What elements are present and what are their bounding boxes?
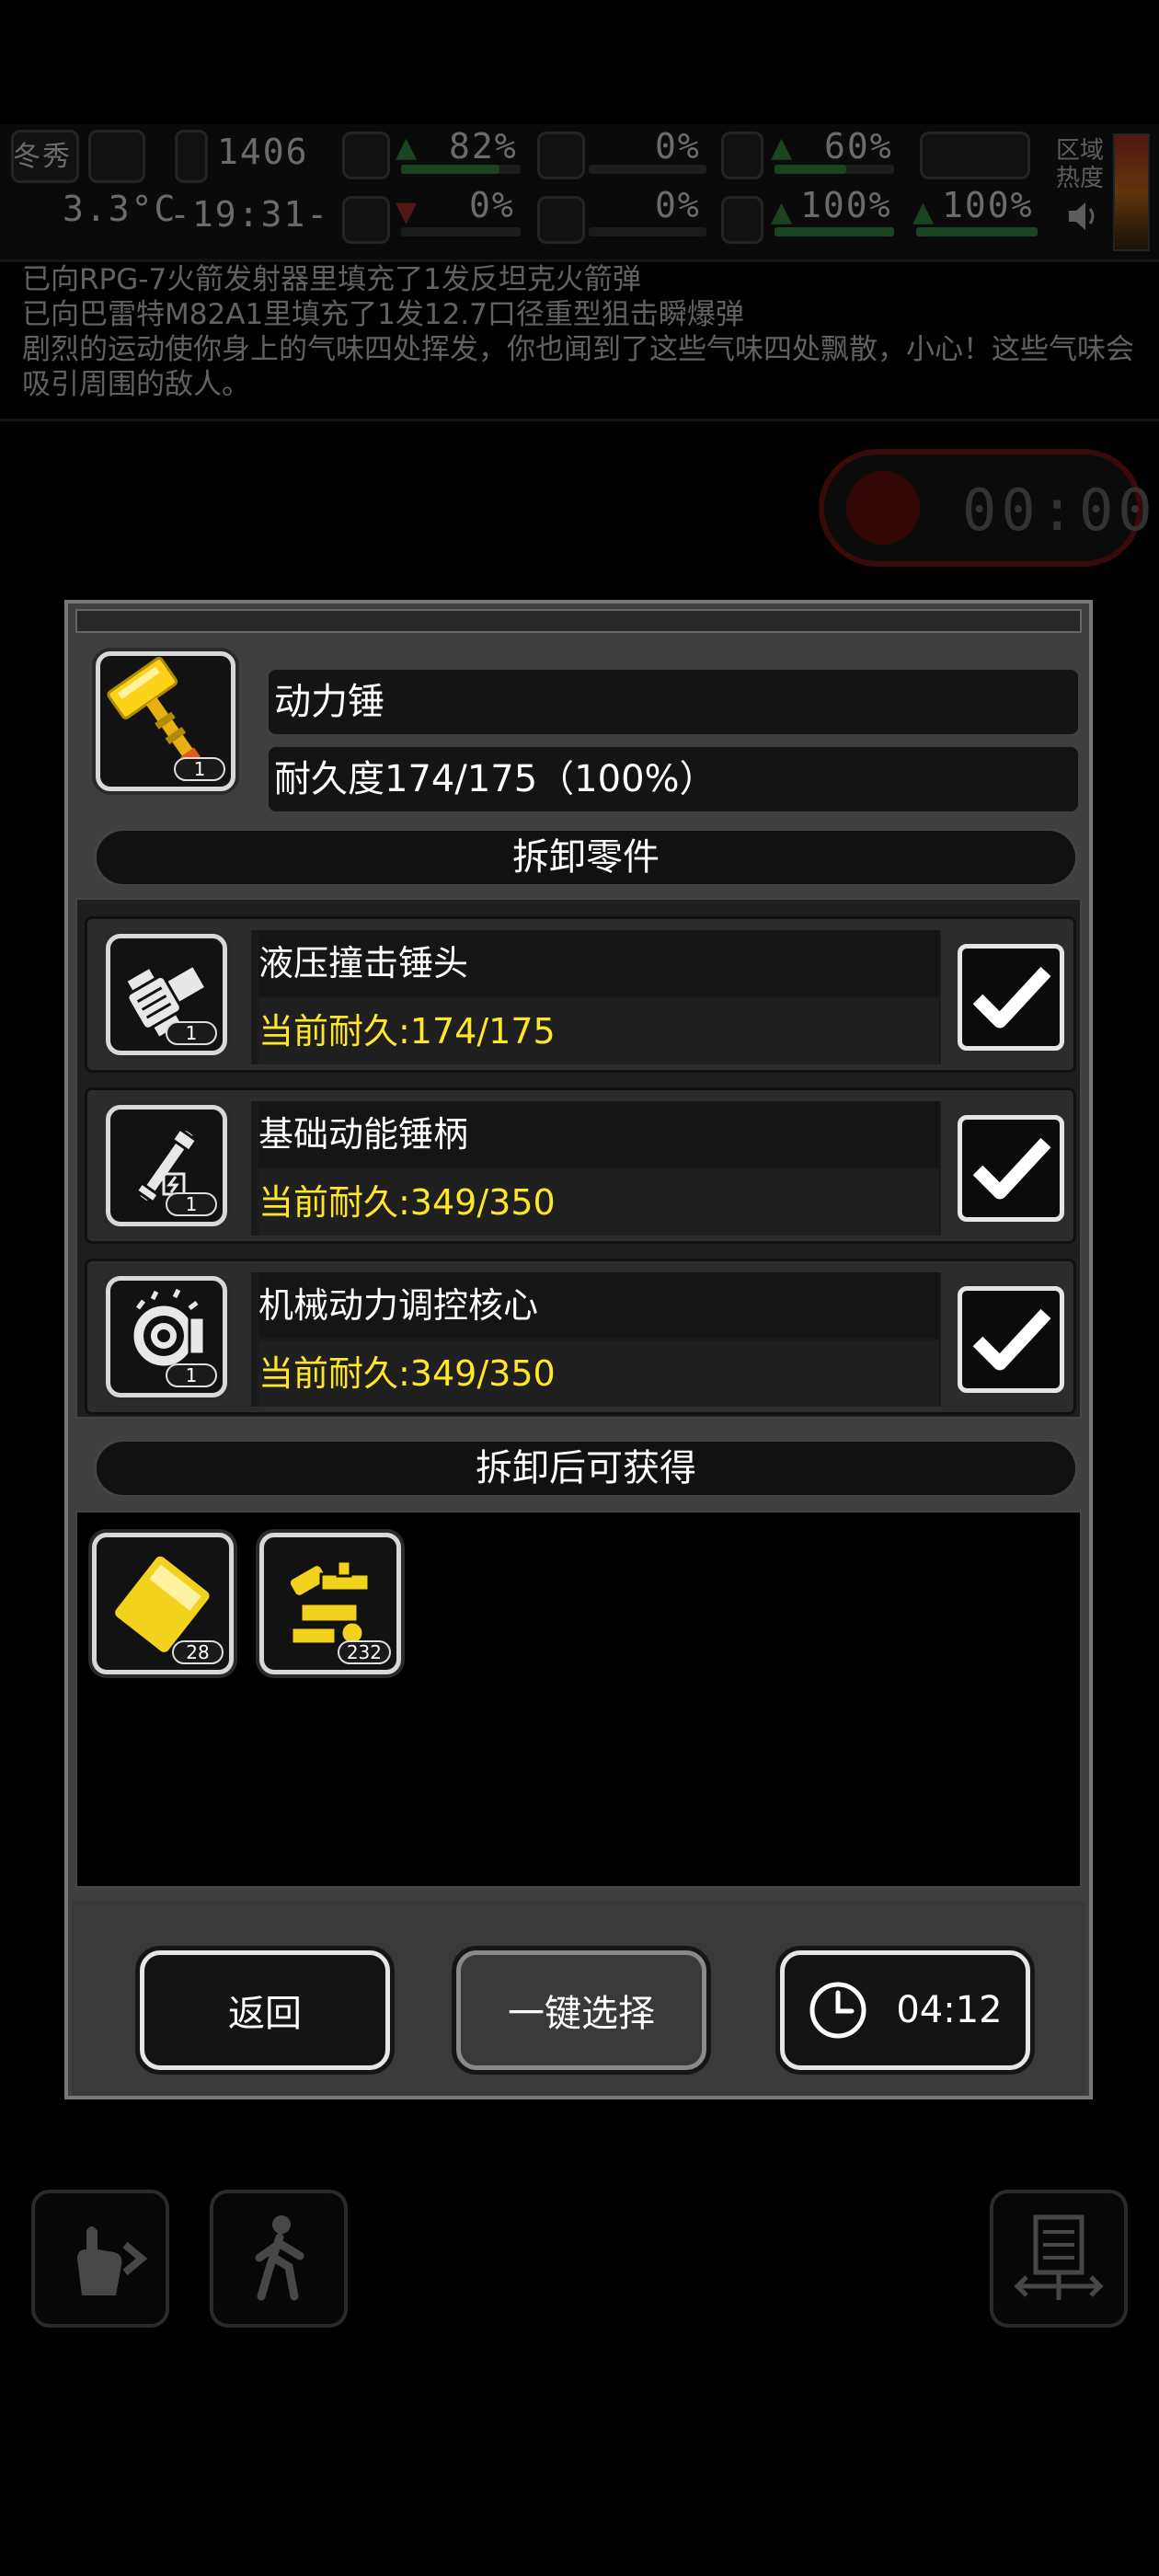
part-slot[interactable]: 1 [106, 1276, 227, 1397]
loot-list: 28 232 [75, 1511, 1082, 1888]
mental-value: 100% [800, 185, 892, 225]
part-name: 基础动能锤柄 [258, 1101, 939, 1167]
day-counter: 1406 [217, 132, 309, 172]
up-arrow-icon: ▲ [396, 132, 418, 164]
part-checkbox[interactable] [958, 1115, 1064, 1222]
log-line: 剧烈的运动使你身上的气味四处挥发，你也闻到了这些气味四处飘散，小心！这些气味会吸… [22, 333, 1134, 401]
bleeding-bar [589, 227, 706, 236]
walking-person-icon [255, 2215, 304, 2301]
item-count-badge: 1 [174, 757, 225, 781]
energy-bar [916, 227, 1038, 236]
part-checkbox[interactable] [958, 1286, 1064, 1393]
noise-timer: 00:00 [819, 449, 1153, 567]
log-line: 已向RPG-7火箭发射器里填充了1发反坦克火箭弹 [22, 263, 641, 296]
clock-icon [809, 1982, 866, 2039]
part-row[interactable]: 1 液压撞击锤头 当前耐久:174/175 [85, 916, 1076, 1073]
log-divider [0, 419, 1159, 421]
clock-readout: -19:31- [169, 194, 330, 235]
part-slot[interactable]: 1 [106, 934, 227, 1055]
speaker-icon[interactable] [1065, 198, 1102, 235]
part-count-badge: 1 [166, 1192, 217, 1216]
checkmark-icon [972, 966, 1051, 1029]
infection-value: 0% [469, 185, 515, 225]
select-all-button[interactable]: 一键选择 [456, 1950, 706, 2070]
back-button[interactable]: 返回 [140, 1950, 390, 2070]
heart-icon [721, 196, 763, 244]
parts-list: 1 液压撞击锤头 当前耐久:174/175 1 基础动能锤柄 当前耐久:349/… [75, 898, 1082, 1419]
moon-icon [88, 130, 145, 183]
infection-bar [401, 227, 521, 236]
part-info: 液压撞击锤头 当前耐久:174/175 [251, 930, 941, 1064]
part-durability: 当前耐久:349/350 [258, 1340, 939, 1407]
timer-label: 04:12 [896, 1989, 1003, 2031]
zone-heat-label: 区域 热度 [1056, 137, 1104, 192]
blood-splat-icon [846, 471, 920, 545]
part-count-badge: 1 [166, 1021, 217, 1045]
status-hud: 冬秀 3.3°C 1406 -19:31- ▲ 82% 0% ▲ 60% ▼ 0… [0, 124, 1159, 262]
loot-count-badge: 28 [172, 1640, 224, 1664]
zone-heat-label-line2: 热度 [1056, 165, 1105, 192]
zone-heat-meter [1113, 133, 1150, 251]
checkmark-icon [972, 1137, 1051, 1200]
loot-slot[interactable]: 232 [259, 1533, 401, 1674]
part-row[interactable]: 1 机械动力调控核心 当前耐久:349/350 [85, 1259, 1076, 1415]
loot-slot[interactable]: 28 [92, 1533, 234, 1674]
noise-timer-text: 00:00 [962, 477, 1157, 544]
item-slot[interactable]: 1 [96, 651, 235, 791]
energy-value: 100% [942, 185, 1034, 225]
medkit-icon [342, 132, 390, 179]
hunger-bar [589, 165, 706, 174]
mood-icon [920, 132, 1030, 179]
part-row[interactable]: 1 基础动能锤柄 当前耐久:349/350 [85, 1087, 1076, 1244]
up-arrow-icon: ▲ [912, 196, 935, 228]
stamina-value: 60% [824, 126, 893, 167]
bleeding-value: 0% [655, 185, 701, 225]
health-bar [401, 165, 521, 174]
exit-door-icon [1014, 2214, 1104, 2300]
hand-tap-icon [77, 2226, 148, 2295]
part-name: 机械动力调控核心 [258, 1272, 939, 1339]
part-name: 液压撞击锤头 [258, 930, 939, 996]
walk-button[interactable] [210, 2190, 348, 2328]
loot-section-header: 拆卸后可获得 [94, 1439, 1078, 1498]
up-arrow-icon: ▲ [771, 132, 793, 164]
infection-icon [342, 196, 390, 244]
part-durability: 当前耐久:174/175 [258, 998, 939, 1064]
stamina-icon [721, 132, 763, 179]
zone-heat-label-line1: 区域 [1056, 137, 1105, 165]
blood-drop-icon [537, 196, 585, 244]
stamina-bar [775, 165, 894, 174]
health-value: 82% [449, 126, 518, 167]
disassemble-dialog: 1 动力锤 耐久度174/175（100%） 拆卸零件 1 液压撞击锤头 当前耐… [64, 600, 1093, 2099]
exit-door-button[interactable] [990, 2190, 1128, 2328]
temperature-readout: 3.3°C [63, 189, 178, 229]
down-arrow-icon: ▼ [396, 196, 418, 228]
part-slot[interactable]: 1 [106, 1105, 227, 1226]
up-arrow-icon: ▲ [771, 196, 793, 228]
checkmark-icon [972, 1308, 1051, 1371]
item-durability: 耐久度174/175（100%） [269, 747, 1078, 811]
part-info: 基础动能锤柄 当前耐久:349/350 [251, 1101, 941, 1236]
stomach-icon [537, 132, 585, 179]
loot-count-badge: 232 [337, 1640, 391, 1664]
dialog-top-strip [75, 609, 1082, 633]
item-name: 动力锤 [269, 670, 1078, 734]
dialog-footer: 返回 一键选择 04:12 [72, 1901, 1085, 2096]
hunger-value: 0% [655, 126, 701, 167]
part-count-badge: 1 [166, 1363, 217, 1387]
mental-bar [775, 227, 894, 236]
season-label: 冬秀 [13, 141, 72, 173]
log-line: 已向巴雷特M82A1里填充了1发12.7口径重型狙击瞬爆弹 [22, 298, 744, 331]
part-durability: 当前耐久:349/350 [258, 1169, 939, 1236]
part-info: 机械动力调控核心 当前耐久:349/350 [251, 1272, 941, 1407]
disassemble-timer-button[interactable]: 04:12 [780, 1950, 1030, 2070]
parts-section-header: 拆卸零件 [94, 828, 1078, 887]
interact-button[interactable] [31, 2190, 169, 2328]
message-log: 已向RPG-7火箭发射器里填充了1发反坦克火箭弹 已向巴雷特M82A1里填充了1… [22, 262, 1135, 402]
part-checkbox[interactable] [958, 944, 1064, 1051]
day-icon [175, 130, 208, 183]
